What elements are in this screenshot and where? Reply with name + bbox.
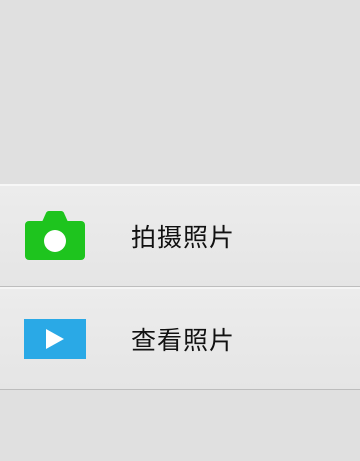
take-photo-item[interactable]: 拍摄照片	[0, 184, 360, 287]
view-photos-label: 查看照片	[131, 326, 236, 355]
action-menu: 拍摄照片 查看照片	[0, 184, 360, 390]
screen: 拍摄照片 查看照片	[0, 0, 360, 461]
take-photo-label: 拍摄照片	[131, 223, 236, 252]
camera-icon	[24, 211, 86, 261]
play-icon	[24, 314, 86, 364]
view-photos-item[interactable]: 查看照片	[0, 287, 360, 390]
